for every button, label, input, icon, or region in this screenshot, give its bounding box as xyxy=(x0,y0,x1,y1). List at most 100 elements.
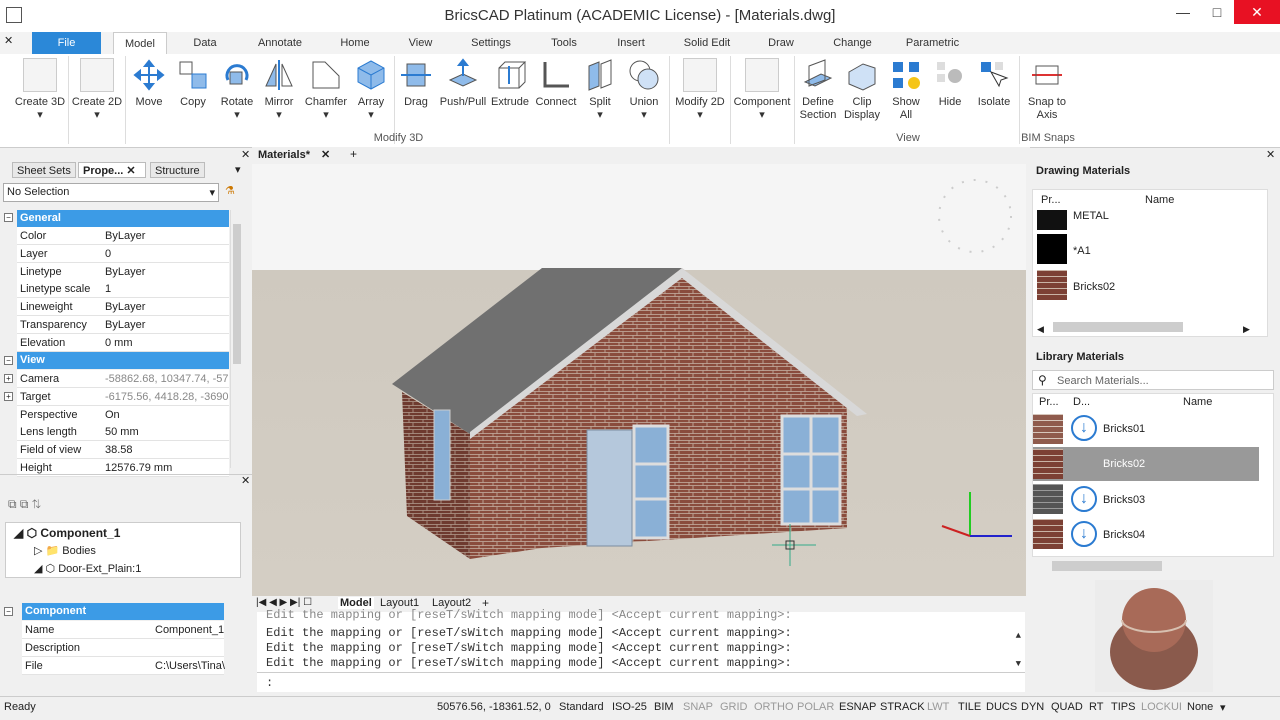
status-toggle-tile[interactable]: TILE xyxy=(958,701,981,713)
snap-to-axis-button[interactable]: Snap to Axis xyxy=(1022,58,1072,122)
property-row[interactable]: Camera -58862.68, 10347.74, -57 xyxy=(17,370,229,388)
command-line[interactable]: Edit the mapping or [reseT/sWitch mappin… xyxy=(257,608,1025,692)
section-view[interactable]: View xyxy=(17,352,229,369)
drawing-material-a1[interactable]: *A1 xyxy=(1073,245,1091,257)
status-toggle-quad[interactable]: QUAD xyxy=(1051,701,1083,713)
search-materials-input[interactable]: ⚲ Search Materials... xyxy=(1032,370,1274,390)
isolate-button[interactable]: Isolate xyxy=(973,58,1015,109)
property-row[interactable]: File C:\Users\Tina\ xyxy=(22,656,225,675)
define-section-button[interactable]: Define Section xyxy=(797,58,839,122)
chamfer-button[interactable]: Chamfer ▾ xyxy=(302,58,350,122)
status-toggle-dyn[interactable]: DYN xyxy=(1021,701,1044,713)
library-h-scrollbar[interactable] xyxy=(1032,559,1274,573)
navigation-compass[interactable] xyxy=(938,179,1012,253)
status-toggle-lockui[interactable]: LOCKUI xyxy=(1141,701,1182,713)
property-value[interactable]: -6175.56, 4418.28, -3690 xyxy=(105,391,229,403)
array-button[interactable]: Array ▾ xyxy=(352,58,390,122)
property-row[interactable]: Transparency ByLayer xyxy=(17,316,229,334)
tab-insert[interactable]: Insert xyxy=(605,32,657,54)
tab-solid-edit[interactable]: Solid Edit xyxy=(677,32,737,54)
push-pull-button[interactable]: Push/Pull xyxy=(437,58,489,109)
3d-viewport[interactable] xyxy=(252,164,1026,596)
property-row[interactable]: Linetype scale 1 xyxy=(17,280,229,299)
create-3d-button[interactable]: Create 3D ▾ xyxy=(12,58,68,122)
component-button[interactable]: Component ▾ xyxy=(733,58,791,122)
copy-button[interactable]: Copy xyxy=(172,58,214,109)
collapse-general-icon[interactable]: − xyxy=(4,213,13,222)
minimize-button[interactable]: — xyxy=(1166,0,1200,24)
property-row[interactable]: Field of view 38.58 xyxy=(17,441,229,460)
tree-item-component[interactable]: ◢ ⬡ Component_1 xyxy=(14,526,120,540)
lib-col-download[interactable]: D... xyxy=(1073,396,1090,408)
status-toggle-strack[interactable]: STRACK xyxy=(880,701,925,713)
tab-annotate[interactable]: Annotate xyxy=(250,32,310,54)
tab-tools[interactable]: Tools xyxy=(540,32,588,54)
tab-draw[interactable]: Draw xyxy=(760,32,802,54)
close-window-button[interactable]: ✕ xyxy=(1234,0,1280,24)
tab-structure[interactable]: Structure xyxy=(150,162,205,178)
property-value[interactable]: 38.58 xyxy=(105,444,229,456)
filter-icon[interactable]: ⚗ xyxy=(225,184,235,197)
status-menu-icon[interactable]: ▾ xyxy=(1220,701,1226,714)
tab-home[interactable]: Home xyxy=(330,32,380,54)
status-toggle-none[interactable]: None xyxy=(1187,701,1213,713)
drag-button[interactable]: Drag xyxy=(397,58,435,109)
show-all-button[interactable]: Show All xyxy=(885,58,927,122)
tab-change[interactable]: Change xyxy=(825,32,880,54)
lib-col-preview[interactable]: Pr... xyxy=(1039,396,1059,408)
status-toggle-grid[interactable]: GRID xyxy=(720,701,748,713)
property-row[interactable]: Elevation 0 mm xyxy=(17,333,229,352)
property-row[interactable]: Lens length 50 mm xyxy=(17,423,229,442)
col-name[interactable]: Name xyxy=(1145,194,1174,206)
property-value[interactable]: ByLayer xyxy=(105,301,229,313)
col-preview[interactable]: Pr... xyxy=(1041,194,1061,206)
property-row[interactable]: Target -6175.56, 4418.28, -3690 xyxy=(17,387,229,406)
tab-sheet-sets[interactable]: Sheet Sets xyxy=(12,162,76,178)
tree-toolbar-icons[interactable]: ⧉ ⧉ ⇅ xyxy=(8,497,41,512)
command-prompt[interactable]: : xyxy=(266,676,273,690)
tab-data[interactable]: Data xyxy=(180,32,230,54)
split-button[interactable]: Split ▾ xyxy=(580,58,620,122)
status-toggle-ducs[interactable]: DUCS xyxy=(986,701,1017,713)
property-value[interactable]: 0 xyxy=(105,248,229,260)
property-value[interactable]: 0 mm xyxy=(105,337,229,349)
collapse-icon[interactable]: ✕ xyxy=(4,34,13,47)
expand-icon[interactable]: + xyxy=(4,392,13,401)
property-value[interactable]: On xyxy=(105,409,229,421)
library-item-bricks01[interactable]: Bricks01 xyxy=(1103,423,1145,435)
tab-settings[interactable]: Settings xyxy=(462,32,520,54)
doc-tab-materials[interactable]: Materials* ✕ xyxy=(258,148,330,161)
section-component[interactable]: Component xyxy=(22,603,224,620)
maximize-button[interactable]: □ xyxy=(1200,0,1234,24)
property-row[interactable]: Perspective On xyxy=(17,405,229,424)
close-doc-icon[interactable]: ✕ xyxy=(321,149,330,161)
property-value[interactable]: C:\Users\Tina\ xyxy=(155,660,225,672)
drawing-material-bricks02[interactable]: Bricks02 xyxy=(1073,281,1115,293)
status-toggle-esnap[interactable]: ESNAP xyxy=(839,701,876,713)
union-button[interactable]: Union ▾ xyxy=(622,58,666,122)
status-toggle-rt[interactable]: RT xyxy=(1089,701,1103,713)
tab-parametric[interactable]: Parametric xyxy=(900,32,965,54)
h-scrollbar[interactable] xyxy=(1053,322,1183,332)
properties-scrollbar[interactable] xyxy=(230,210,243,468)
close-structure-icon[interactable]: ✕ xyxy=(241,474,250,487)
hide-button[interactable]: Hide xyxy=(930,58,970,109)
property-value[interactable]: Component_1 xyxy=(155,624,225,636)
status-toggle-bim[interactable]: BIM xyxy=(654,701,674,713)
tree-item-bodies[interactable]: ▷ 📁 Bodies xyxy=(34,544,96,557)
library-row-selected[interactable] xyxy=(1033,447,1259,481)
property-value[interactable]: ByLayer xyxy=(105,230,229,242)
tab-view[interactable]: View xyxy=(398,32,443,54)
property-row[interactable]: Color ByLayer xyxy=(17,227,229,245)
download-icon[interactable]: ↓ xyxy=(1071,521,1097,547)
mirror-button[interactable]: Mirror ▾ xyxy=(259,58,299,122)
status-toggle-snap[interactable]: SNAP xyxy=(683,701,713,713)
command-scroll[interactable]: ▲ ▼ xyxy=(1016,622,1021,678)
section-general[interactable]: General xyxy=(17,210,229,227)
property-value[interactable]: ByLayer xyxy=(105,319,229,331)
status-toggle-tips[interactable]: TIPS xyxy=(1111,701,1135,713)
property-value[interactable]: 50 mm xyxy=(105,426,229,438)
connect-button[interactable]: Connect xyxy=(533,58,579,109)
close-panel-icon[interactable]: ✕ xyxy=(241,148,250,161)
scroll-right-icon[interactable]: ▶ xyxy=(1243,324,1250,335)
